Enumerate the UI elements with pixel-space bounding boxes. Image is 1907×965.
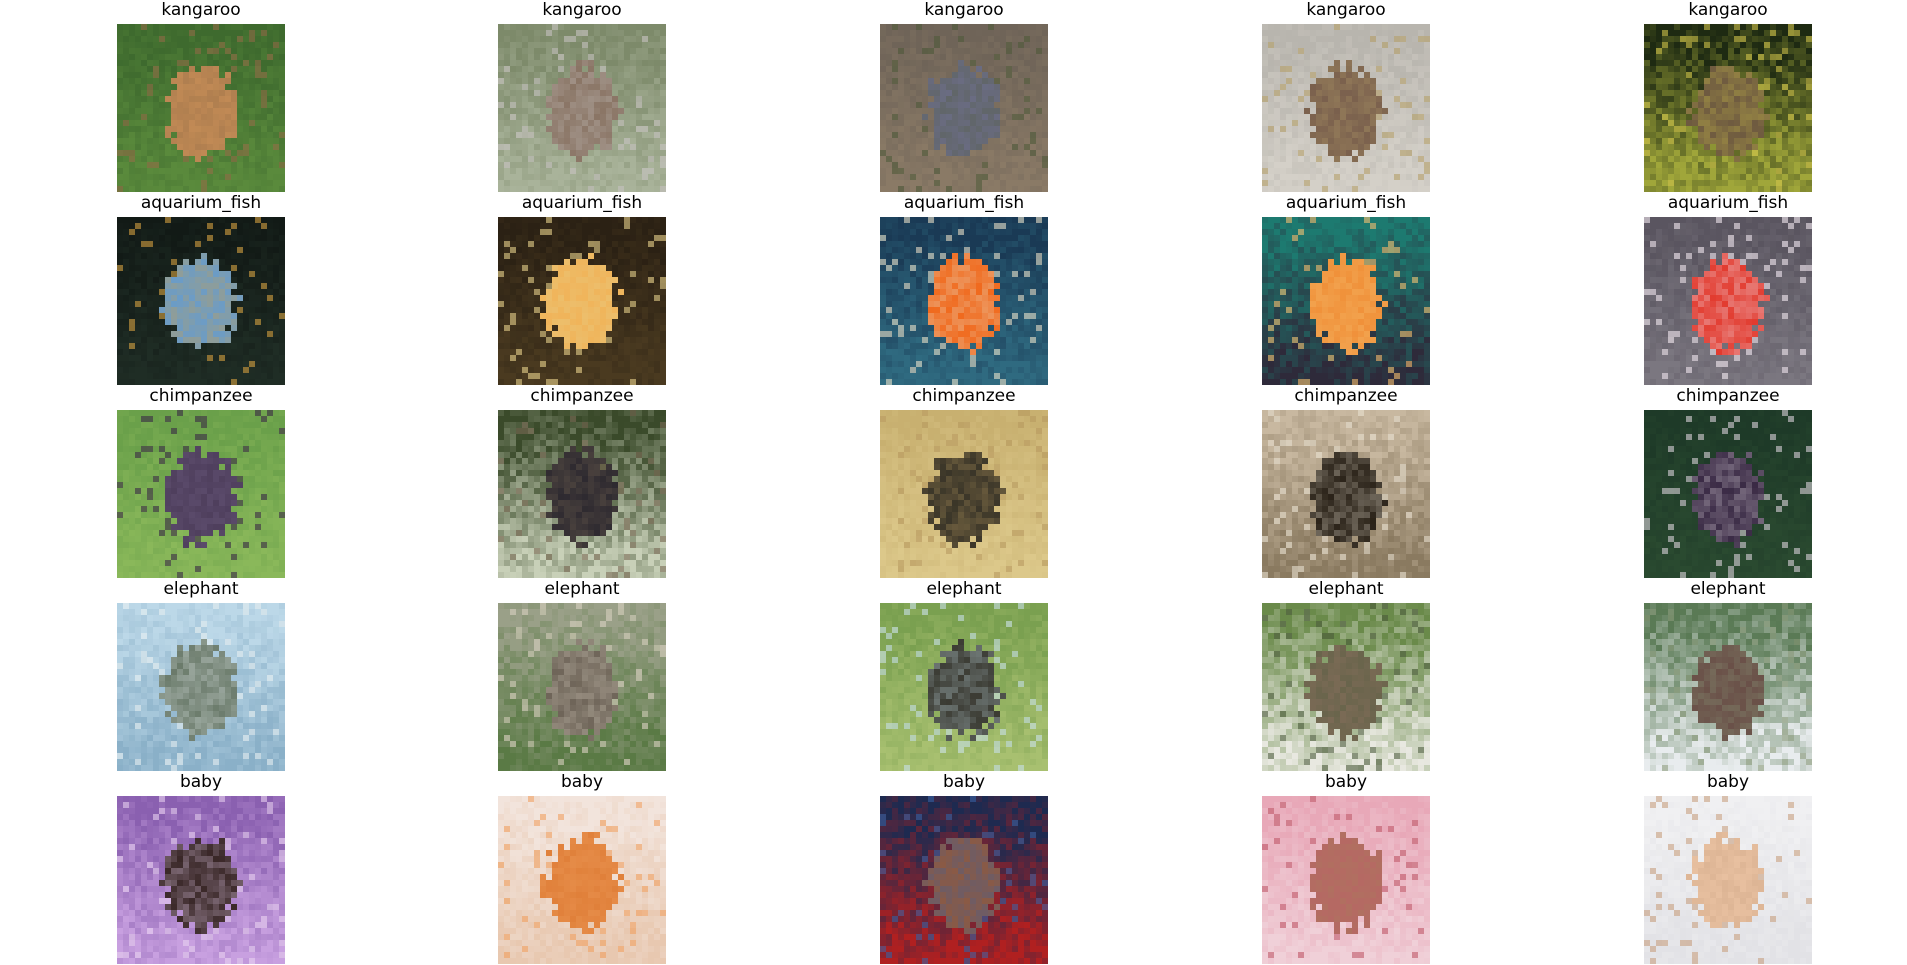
image-cell-kangaroo-2: kangaroo xyxy=(498,0,666,194)
image-title: chimpanzee xyxy=(1294,386,1398,406)
image-title: baby xyxy=(179,772,223,792)
image-title: elephant xyxy=(163,579,239,599)
image-thumbnail xyxy=(498,603,666,771)
image-cell-baby-4: baby xyxy=(1262,772,1430,965)
image-title: kangaroo xyxy=(1306,0,1386,20)
image-thumbnail xyxy=(1644,24,1812,192)
image-cell-elephant-4: elephant xyxy=(1262,579,1430,773)
image-title: elephant xyxy=(544,579,620,599)
image-thumbnail xyxy=(880,603,1048,771)
image-cell-baby-5: baby xyxy=(1644,772,1812,965)
image-title: baby xyxy=(1706,772,1750,792)
image-title: aquarium_fish xyxy=(1667,193,1789,213)
image-cell-chimpanzee-4: chimpanzee xyxy=(1262,386,1430,580)
image-cell-kangaroo-1: kangaroo xyxy=(117,0,285,194)
image-thumbnail xyxy=(1644,410,1812,578)
image-thumbnail xyxy=(498,796,666,964)
image-title: baby xyxy=(942,772,986,792)
image-cell-chimpanzee-2: chimpanzee xyxy=(498,386,666,580)
image-thumbnail xyxy=(1262,410,1430,578)
image-title: aquarium_fish xyxy=(903,193,1025,213)
image-title: chimpanzee xyxy=(149,386,253,406)
image-thumbnail xyxy=(117,24,285,192)
image-thumbnail xyxy=(880,217,1048,385)
image-title: chimpanzee xyxy=(530,386,634,406)
image-title: elephant xyxy=(926,579,1002,599)
image-thumbnail xyxy=(117,603,285,771)
image-cell-elephant-3: elephant xyxy=(880,579,1048,773)
image-thumbnail xyxy=(1644,217,1812,385)
image-thumbnail xyxy=(498,217,666,385)
image-cell-chimpanzee-5: chimpanzee xyxy=(1644,386,1812,580)
image-title: baby xyxy=(560,772,604,792)
image-cell-elephant-2: elephant xyxy=(498,579,666,773)
image-title: chimpanzee xyxy=(1676,386,1780,406)
image-title: kangaroo xyxy=(924,0,1004,20)
image-thumbnail xyxy=(880,796,1048,964)
image-cell-aquarium-fish-5: aquarium_fish xyxy=(1644,193,1812,387)
image-thumbnail xyxy=(880,410,1048,578)
image-thumbnail xyxy=(1262,796,1430,964)
image-cell-kangaroo-5: kangaroo xyxy=(1644,0,1812,194)
image-title: kangaroo xyxy=(1688,0,1768,20)
image-title: baby xyxy=(1324,772,1368,792)
image-cell-baby-1: baby xyxy=(117,772,285,965)
image-title: elephant xyxy=(1308,579,1384,599)
image-cell-aquarium-fish-2: aquarium_fish xyxy=(498,193,666,387)
image-cell-baby-3: baby xyxy=(880,772,1048,965)
image-title: aquarium_fish xyxy=(521,193,643,213)
image-thumbnail xyxy=(117,217,285,385)
image-thumbnail xyxy=(498,410,666,578)
image-cell-aquarium-fish-3: aquarium_fish xyxy=(880,193,1048,387)
image-cell-aquarium-fish-4: aquarium_fish xyxy=(1262,193,1430,387)
image-thumbnail xyxy=(498,24,666,192)
image-thumbnail xyxy=(1262,24,1430,192)
image-title: kangaroo xyxy=(542,0,622,20)
image-thumbnail xyxy=(1644,796,1812,964)
image-title: elephant xyxy=(1690,579,1766,599)
image-title: chimpanzee xyxy=(912,386,1016,406)
image-cell-chimpanzee-1: chimpanzee xyxy=(117,386,285,580)
image-cell-kangaroo-4: kangaroo xyxy=(1262,0,1430,194)
image-title: kangaroo xyxy=(161,0,241,20)
image-cell-chimpanzee-3: chimpanzee xyxy=(880,386,1048,580)
image-thumbnail xyxy=(1262,217,1430,385)
image-cell-elephant-1: elephant xyxy=(117,579,285,773)
image-thumbnail xyxy=(117,796,285,964)
image-thumbnail xyxy=(117,410,285,578)
image-title: aquarium_fish xyxy=(1285,193,1407,213)
image-cell-baby-2: baby xyxy=(498,772,666,965)
image-cell-elephant-5: elephant xyxy=(1644,579,1812,773)
image-cell-aquarium-fish-1: aquarium_fish xyxy=(117,193,285,387)
image-thumbnail xyxy=(1262,603,1430,771)
image-cell-kangaroo-3: kangaroo xyxy=(880,0,1048,194)
image-thumbnail xyxy=(1644,603,1812,771)
image-grid: kangaroo kangaroo kangaroo kangaroo kangaroo… xyxy=(0,0,1907,965)
image-thumbnail xyxy=(880,24,1048,192)
image-title: aquarium_fish xyxy=(140,193,262,213)
